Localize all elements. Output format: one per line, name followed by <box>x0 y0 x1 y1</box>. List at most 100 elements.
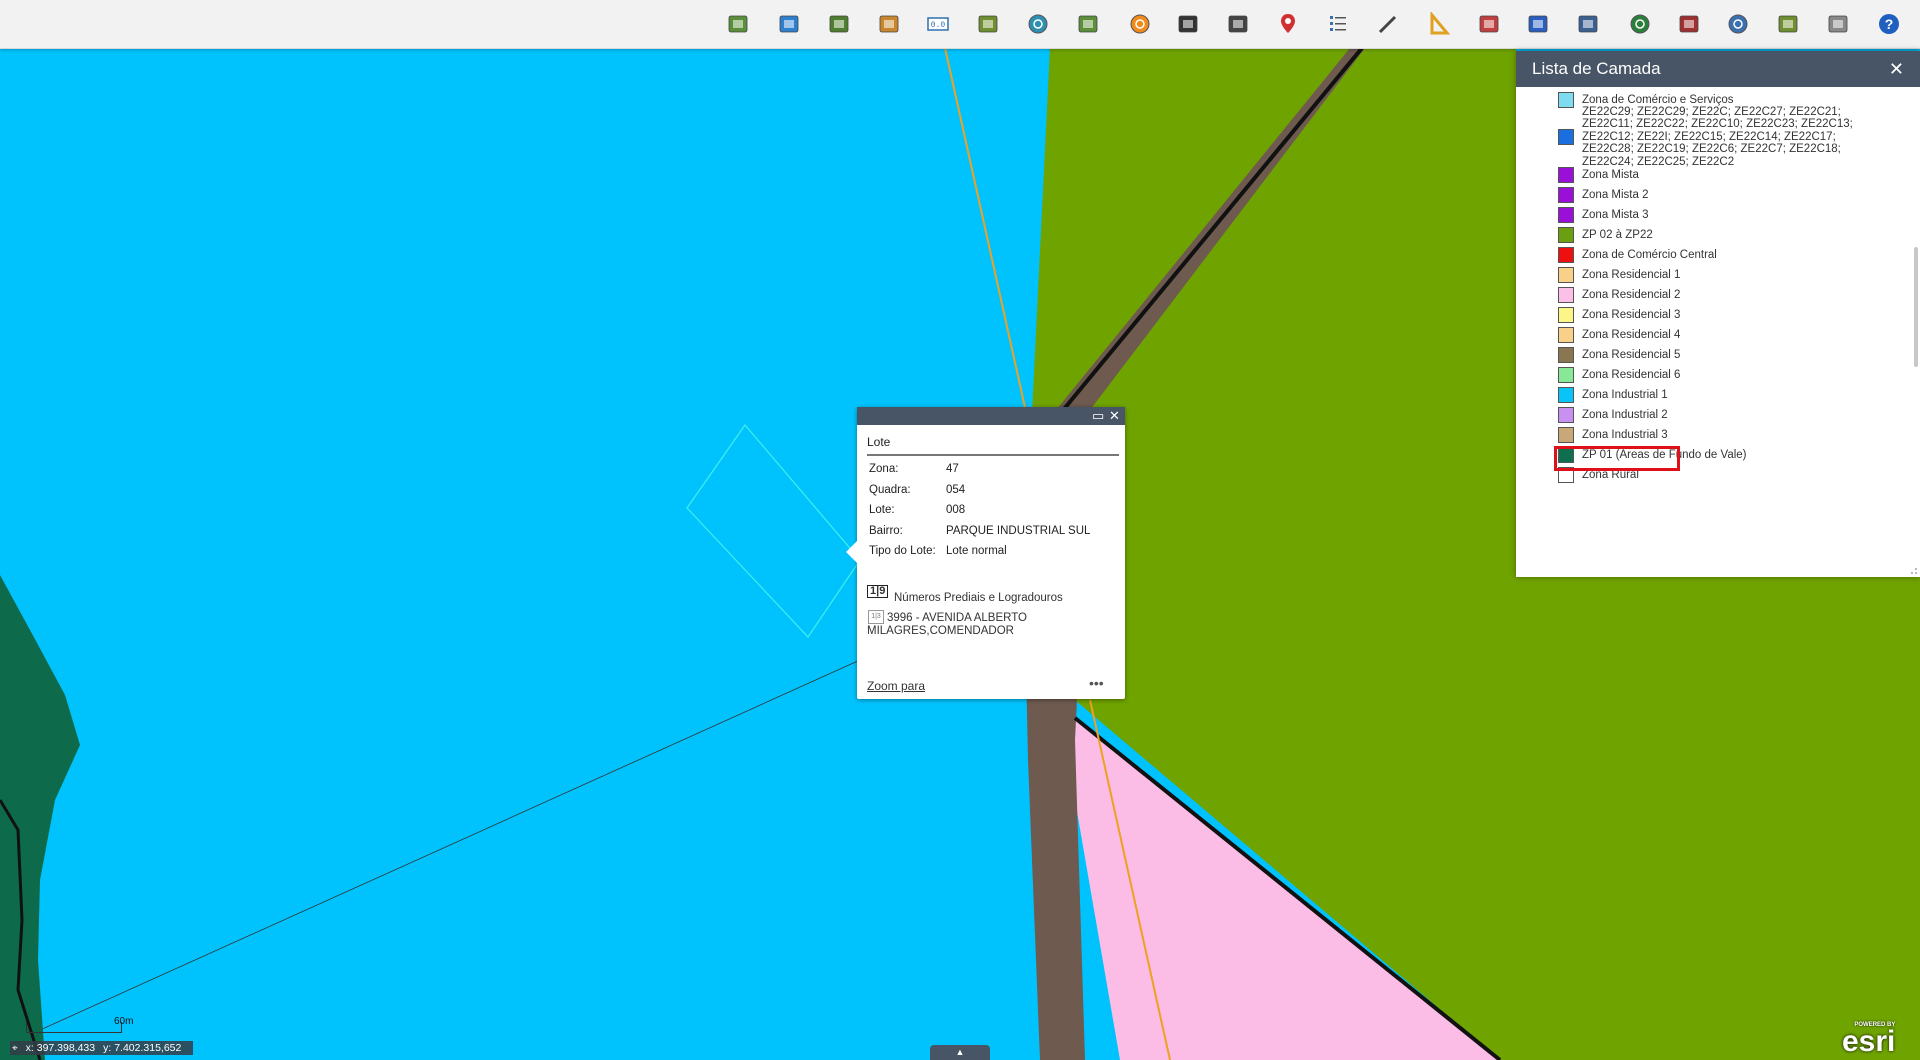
legend-label: Zona de Comércio e Serviços <box>1582 93 1734 106</box>
close-icon[interactable]: ✕ <box>1889 59 1904 80</box>
address-text: 3996 - AVENIDA ALBERTO MILAGRES,COMENDAD… <box>867 612 1027 637</box>
legend-swatch <box>1558 92 1574 108</box>
dwg-export-icon[interactable] <box>1824 10 1852 38</box>
legend-swatch <box>1558 347 1574 363</box>
legend-swatch <box>1558 247 1574 263</box>
layer-list-title: Lista de Camada <box>1532 59 1661 78</box>
parcels-icon[interactable] <box>1074 10 1102 38</box>
layers-icon[interactable] <box>825 10 853 38</box>
legend-item: Zona Residencial 2 <box>1558 287 1880 303</box>
map-tools-icon[interactable] <box>875 10 903 38</box>
legend-item: Zona Mista 3 <box>1558 207 1880 223</box>
attribute-value: Lote normal <box>946 545 1007 557</box>
crosshair-icon[interactable]: ⌖ <box>12 1043 18 1054</box>
zoom-to-link[interactable]: Zoom para <box>867 679 925 693</box>
legend-label: Zona Residencial 1 <box>1582 268 1681 281</box>
map-add-icon[interactable] <box>724 10 752 38</box>
legend-label: Zona Industrial 2 <box>1582 408 1668 421</box>
zoom-box-icon[interactable] <box>1774 10 1802 38</box>
legend-swatch <box>1558 129 1574 145</box>
book-icon[interactable] <box>1675 10 1703 38</box>
layer-list-panel: Lista de Camada ✕ Zona de Comércio e Ser… <box>1516 51 1920 577</box>
attribute-key: Bairro: <box>869 524 903 537</box>
legend-item: Zona Residencial 4 <box>1558 327 1880 343</box>
legend-item: Zona Industrial 1 <box>1558 387 1880 403</box>
layer-list-header: Lista de Camada ✕ <box>1516 51 1920 87</box>
legend-swatch <box>1558 287 1574 303</box>
more-options-icon[interactable]: ••• <box>1089 675 1104 691</box>
legend-swatch <box>1558 387 1574 403</box>
binoculars-dark-icon[interactable] <box>1224 10 1252 38</box>
attribute-value: PARQUE INDUSTRIAL SUL <box>946 524 1091 537</box>
related-records-title: Números Prediais e Logradouros <box>894 592 1063 604</box>
attribute-value: 47 <box>946 463 959 475</box>
legend-label: Zona Mista 2 <box>1582 188 1649 201</box>
car-icon[interactable] <box>1524 10 1552 38</box>
coord-y: y: 7.402.315,652 <box>103 1042 182 1054</box>
globe-search-icon[interactable] <box>1024 10 1052 38</box>
legend-item: Zona Mista <box>1558 167 1880 183</box>
highlight-box <box>1554 446 1680 471</box>
attribute-key: Tipo do Lote: <box>869 545 936 557</box>
help-icon[interactable]: ? <box>1875 10 1903 38</box>
related-records-icon: 1|9 <box>867 585 889 598</box>
legend-item: Zona Residencial 5 <box>1558 347 1880 363</box>
legend-swatch <box>1558 187 1574 203</box>
legend-label: Zona Residencial 5 <box>1582 348 1681 361</box>
scrollbar[interactable] <box>1914 247 1918 367</box>
attribute-key: Quadra: <box>869 483 911 496</box>
feature-popup: ▭ ✕ Lote Zona: 47 Quadra: 054 Lote: 008 Bairro… <box>846 407 1125 699</box>
legend-label: Zona Mista 3 <box>1582 208 1649 221</box>
popup-pointer <box>846 541 857 563</box>
legend-item: Zona Industrial 3 <box>1558 427 1880 443</box>
toolbar: 0.0? <box>0 0 1920 49</box>
legend-swatch <box>1558 327 1574 343</box>
legend-item: Zona Residencial 6 <box>1558 367 1880 383</box>
panel-toggle-button[interactable]: ▲ <box>930 1045 990 1060</box>
pencil-icon[interactable] <box>1374 10 1402 38</box>
legend-label: Zona Residencial 2 <box>1582 288 1681 301</box>
notebook-icon[interactable] <box>974 10 1002 38</box>
coord-x: x: 397.398,433 <box>25 1042 96 1054</box>
svg-text:?: ? <box>1885 16 1894 32</box>
legend-item: Zona Residencial 3 <box>1558 307 1880 323</box>
logo-word: esri <box>1842 1025 1896 1058</box>
globe-icon[interactable] <box>1626 10 1654 38</box>
scale-bar <box>26 1022 122 1033</box>
scale-bar-label: 60m <box>114 1016 134 1027</box>
legend-label: ZE22C29; ZE22C29; ZE22C; ZE22C27; ZE22C2… <box>1582 105 1853 168</box>
coordinate-readout: ⌖ x: 397.398,433 y: 7.402.315,652 <box>10 1041 194 1055</box>
ruler-triangle-icon[interactable] <box>1425 10 1453 38</box>
users-icon[interactable] <box>1475 10 1503 38</box>
maximize-icon[interactable]: ▭ <box>1092 408 1104 424</box>
popup-header: ▭ ✕ <box>857 407 1125 425</box>
zoom-search-icon[interactable] <box>775 10 803 38</box>
legend-swatch <box>1558 307 1574 323</box>
legend-label: Zona Residencial 6 <box>1582 368 1681 381</box>
attribute-value: 054 <box>946 483 966 496</box>
legend-item: ZE22C29; ZE22C29; ZE22C; ZE22C27; ZE22C2… <box>1558 106 1880 168</box>
orange-circle-icon[interactable] <box>1126 10 1154 38</box>
legend-swatch <box>1558 427 1574 443</box>
legend-item: Zona Mista 2 <box>1558 187 1880 203</box>
legend-label: Zona de Comércio Central <box>1582 248 1717 261</box>
world-settings-icon[interactable] <box>1724 10 1752 38</box>
list-icon[interactable] <box>1324 10 1352 38</box>
printer-icon[interactable] <box>1574 10 1602 38</box>
legend-item: ZP 02 à ZP22 <box>1558 227 1880 243</box>
legend-item: Zona de Comércio Central <box>1558 247 1880 263</box>
legend-label: Zona Residencial 3 <box>1582 308 1681 321</box>
esri-logo[interactable]: POWERED BY esri <box>1842 1022 1896 1058</box>
divider <box>867 454 1119 456</box>
legend-swatch <box>1558 367 1574 383</box>
svg-text:0.0: 0.0 <box>931 21 946 30</box>
location-pin-icon[interactable] <box>1274 10 1302 38</box>
layer-list-body: Zona de Comércio e Serviços ZE22C29; ZE22… <box>1516 87 1920 577</box>
resize-handle-icon[interactable] <box>1910 567 1918 575</box>
legend-item: Zona Industrial 2 <box>1558 407 1880 423</box>
binoculars-icon[interactable] <box>1174 10 1202 38</box>
legend-swatch <box>1558 227 1574 243</box>
coordinate-icon[interactable]: 0.0 <box>924 10 952 38</box>
close-icon[interactable]: ✕ <box>1109 408 1120 424</box>
attribute-value: 008 <box>946 504 966 516</box>
